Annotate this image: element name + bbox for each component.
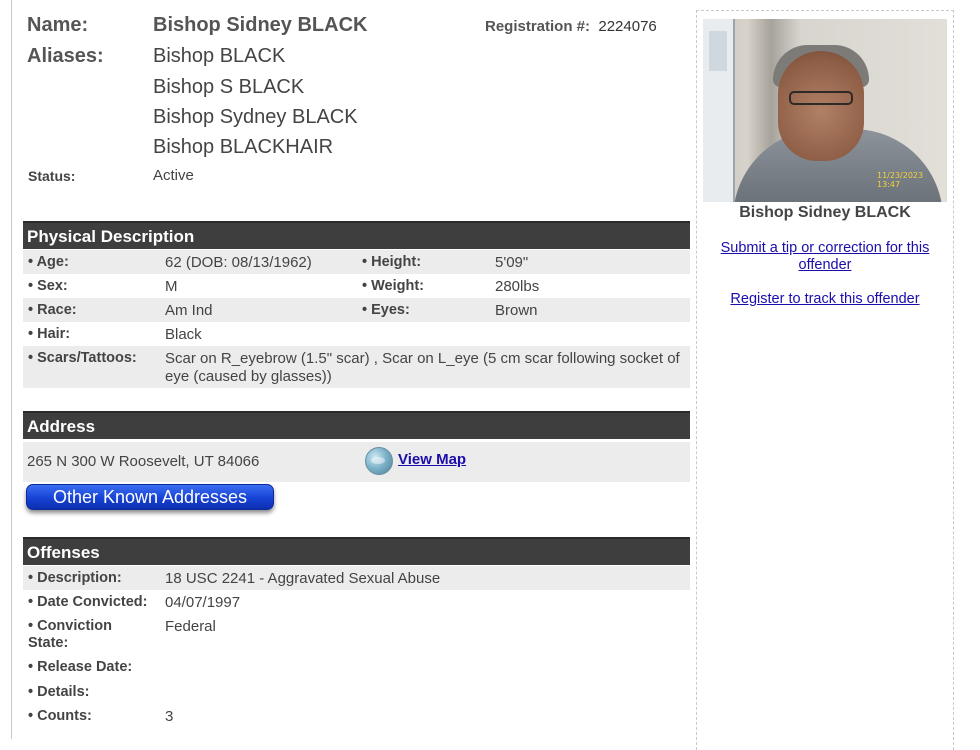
address-header: Address [23, 411, 690, 439]
submit-tip-link[interactable]: Submit a tip or correction for this offe… [697, 240, 953, 274]
physical-description-header: Physical Description [23, 221, 690, 249]
alias-item: Bishop S BLACK [153, 76, 305, 98]
physical-row-scars: • Scars/Tattoos: Scar on R_eyebrow (1.5"… [23, 346, 690, 388]
age-label: • Age: [28, 254, 69, 270]
offense-row-date: • Date Convicted: 04/07/1997 [23, 590, 690, 614]
offense-row-description: • Description: 18 USC 2241 - Aggravated … [23, 566, 690, 590]
race-label: • Race: [28, 302, 77, 318]
offense-row-counts: • Counts: 3 [23, 704, 690, 728]
alias-item: Bishop Sydney BLACK [153, 106, 358, 128]
left-border-line [11, 0, 12, 739]
sex-value: M [165, 278, 178, 295]
scars-value-line2: eye (caused by glasses)) [165, 368, 332, 385]
weight-value: 280lbs [495, 278, 540, 295]
photo-caption: Bishop Sidney BLACK [739, 204, 911, 221]
physical-row-age-height: • Age: 62 (DOB: 08/13/1962) • Height: 5'… [23, 250, 690, 274]
description-value: 18 USC 2241 - Aggravated Sexual Abuse [165, 570, 441, 587]
weight-label: • Weight: [362, 278, 424, 294]
offense-row-release: • Release Date: [23, 655, 690, 679]
physical-row-sex-weight: • Sex: M • Weight: 280lbs [23, 274, 690, 298]
race-value: Am Ind [165, 302, 213, 319]
register-track-link[interactable]: Register to track this offender [697, 291, 953, 308]
offenses-header: Offenses [23, 537, 690, 565]
sidebar: 11/23/2023 13:47 Bishop Sidney BLACK Sub… [696, 10, 954, 750]
physical-row-hair: • Hair: Black [23, 322, 690, 346]
alias-item: Bishop BLACKHAIR [153, 136, 334, 158]
address-row: 265 N 300 W Roosevelt, UT 84066 View Map [23, 442, 690, 482]
offender-details-panel: Name: Bishop Sidney BLACK Registration #… [23, 0, 690, 725]
status-value: Active [153, 167, 194, 184]
physical-row-race-eyes: • Race: Am Ind • Eyes: Brown [23, 298, 690, 322]
conviction-state-label-line2: State: [28, 635, 69, 651]
details-label: • Details: [28, 684, 90, 700]
globe-icon[interactable] [365, 447, 393, 475]
age-value: 62 (DOB: 08/13/1962) [165, 254, 312, 271]
eyes-value: Brown [495, 302, 538, 319]
hair-label: • Hair: [28, 326, 71, 342]
counts-value: 3 [165, 708, 174, 725]
offender-name: Bishop Sidney BLACK [153, 14, 368, 36]
registration-value: 2224076 [598, 18, 657, 35]
offense-row-details: • Details: [23, 680, 690, 704]
offender-photo: 11/23/2023 13:47 [703, 19, 947, 202]
photo-timestamp: 11/23/2023 13:47 [877, 171, 924, 189]
description-label: • Description: [28, 570, 122, 586]
hair-value: Black [165, 326, 202, 343]
conviction-state-label-line1: • Conviction [28, 618, 113, 634]
scars-value-line1: Scar on R_eyebrow (1.5" scar) , Scar on … [165, 350, 680, 367]
alias-item: Bishop BLACK [153, 45, 286, 67]
date-convicted-value: 04/07/1997 [165, 594, 241, 611]
counts-label: • Counts: [28, 708, 92, 724]
conviction-state-value: Federal [165, 618, 216, 635]
date-convicted-label: • Date Convicted: [28, 594, 148, 610]
photo-door-panel [709, 31, 727, 71]
status-label: Status: [28, 168, 76, 184]
other-known-addresses-button[interactable]: Other Known Addresses [26, 484, 274, 510]
offense-row-state: • Conviction State: Federal [23, 614, 690, 654]
release-date-label: • Release Date: [28, 659, 133, 675]
aliases-label: Aliases: [27, 45, 104, 67]
address-text: 265 N 300 W Roosevelt, UT 84066 [27, 453, 260, 470]
registration-label: Registration #: [485, 18, 591, 35]
eyes-label: • Eyes: [362, 302, 410, 318]
offender-identity-block: Name: Bishop Sidney BLACK Registration #… [23, 0, 690, 200]
height-value: 5'09" [495, 254, 529, 271]
registration-number: Registration #: 2224076 [485, 18, 657, 35]
sex-label: • Sex: [28, 278, 68, 294]
view-map-link[interactable]: View Map [398, 451, 466, 468]
name-label: Name: [27, 14, 89, 36]
height-label: • Height: [362, 254, 422, 270]
submit-tip-link-line1[interactable]: Submit a tip or correction for this [721, 240, 930, 256]
submit-tip-link-line2[interactable]: offender [799, 257, 852, 273]
photo-glasses [789, 91, 853, 105]
photo-face [778, 51, 864, 161]
scars-label: • Scars/Tattoos: [28, 350, 137, 366]
